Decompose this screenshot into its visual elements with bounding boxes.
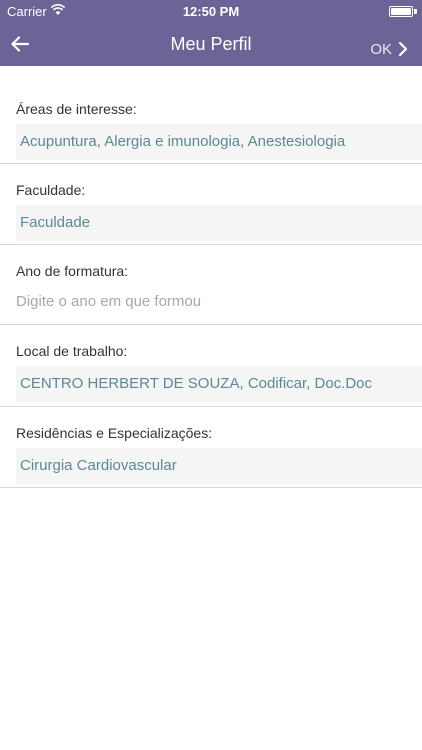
page-title: Meu Perfil	[170, 34, 252, 54]
local-field[interactable]: CENTRO HERBERT DE SOUZA, Codificar, Doc.…	[16, 366, 422, 402]
areas-section: Áreas de interesse: Acupuntura, Alergia …	[0, 66, 422, 164]
faculdade-field[interactable]: Faculdade	[16, 205, 422, 241]
status-bar: Carrier 12:50 PM	[0, 0, 422, 22]
header-bar: Carrier 12:50 PM Meu Perfil OK	[0, 0, 422, 66]
faculdade-section: Faculdade: Faculdade	[0, 164, 422, 245]
battery-icon	[389, 6, 413, 17]
profile-form: Áreas de interesse: Acupuntura, Alergia …	[0, 66, 422, 488]
local-section: Local de trabalho: CENTRO HERBERT DE SOU…	[0, 325, 422, 407]
ano-input[interactable]	[16, 283, 422, 319]
faculdade-label: Faculdade:	[16, 182, 86, 198]
residencias-section: Residências e Especializações: Cirurgia …	[0, 407, 422, 488]
residencias-field[interactable]: Cirurgia Cardiovascular	[16, 448, 422, 484]
residencias-label: Residências e Especializações:	[16, 425, 213, 441]
chevron-right-icon[interactable]	[398, 41, 408, 57]
clock: 12:50 PM	[182, 4, 240, 19]
areas-label: Áreas de interesse:	[16, 101, 137, 117]
ok-button[interactable]: OK	[370, 41, 392, 58]
ano-section: Ano de formatura:	[0, 245, 422, 325]
battery-tip	[414, 9, 417, 14]
local-label: Local de trabalho:	[16, 343, 128, 359]
ano-label: Ano de formatura:	[16, 263, 129, 279]
areas-field[interactable]: Acupuntura, Alergia e imunologia, Aneste…	[16, 124, 422, 160]
navigation-bar: Meu Perfil OK	[0, 22, 422, 66]
